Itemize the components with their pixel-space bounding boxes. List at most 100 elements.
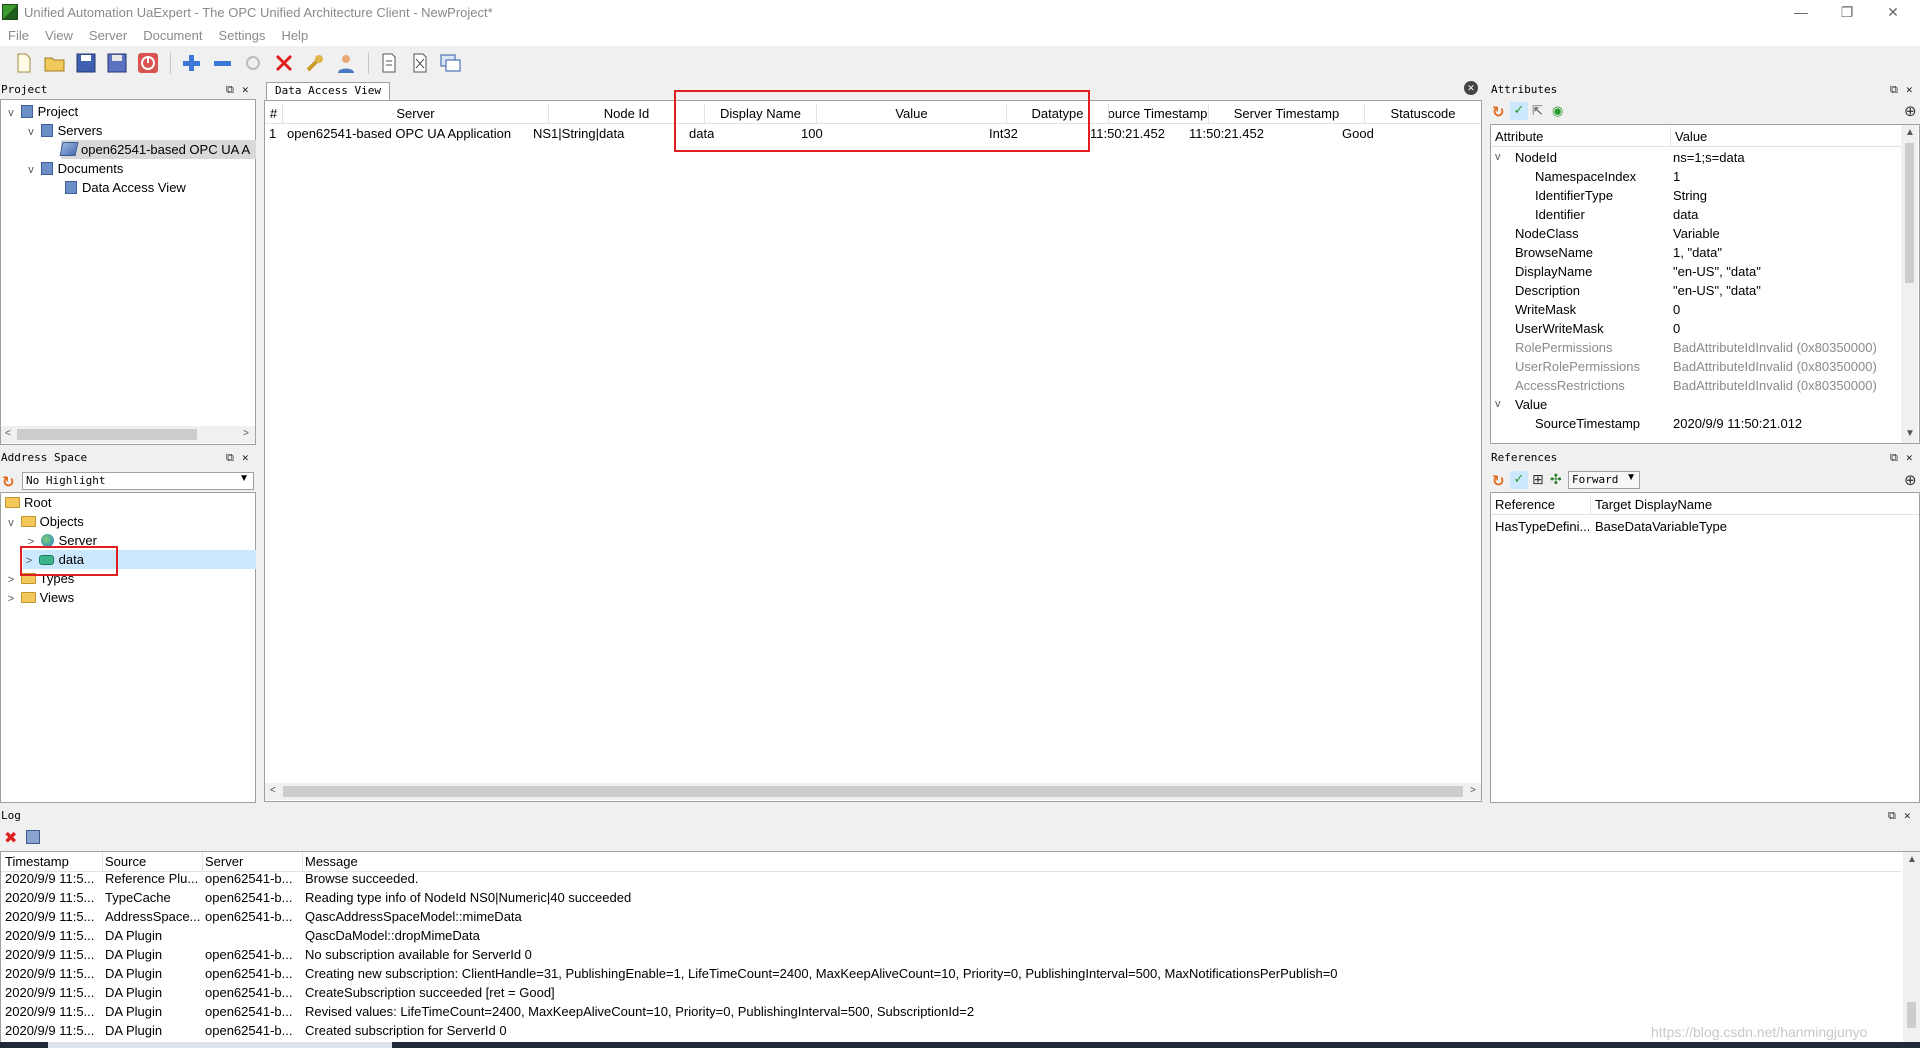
chevron-down-icon[interactable]: v <box>25 123 37 142</box>
cursor-icon[interactable]: ⇱ <box>1532 103 1543 119</box>
data-access-hscrollbar[interactable]: < > <box>265 783 1481 800</box>
chevron-down-icon[interactable]: v <box>1495 395 1507 414</box>
close-tab-icon[interactable]: ✕ <box>1464 81 1478 95</box>
log-row[interactable]: 2020/9/9 11:5... DA Plugin open62541-b... R… <box>1 1002 1901 1021</box>
log-row[interactable]: 2020/9/9 11:5... DA Plugin QascDaModel::dr… <box>1 926 1901 945</box>
refresh-icon[interactable]: ↻ <box>1492 472 1505 490</box>
disconnect-icon[interactable] <box>272 51 296 75</box>
attributes-vscrollbar[interactable]: ▲ ▼ <box>1901 125 1918 443</box>
add-icon[interactable]: ⊕ <box>1904 102 1917 120</box>
attribute-row[interactable]: Identifier data <box>1491 205 1901 224</box>
tree-item-views[interactable]: > Views <box>5 588 74 607</box>
log-row[interactable]: 2020/9/9 11:5... DA Plugin open62541-b... N… <box>1 945 1901 964</box>
column-header[interactable]: Statuscode <box>1365 104 1481 124</box>
scroll-thumb[interactable] <box>1905 143 1914 283</box>
column-header[interactable]: Server <box>203 852 303 872</box>
log-row[interactable]: 2020/9/9 11:5... DA Plugin open62541-b... C… <box>1 964 1901 983</box>
attribute-row[interactable]: v Value <box>1491 395 1901 414</box>
tree-item-data-access-view[interactable]: Data Access View <box>65 178 186 197</box>
add-document-icon[interactable] <box>377 51 401 75</box>
column-header[interactable]: Attribute <box>1491 127 1671 147</box>
tab-data-access-view[interactable]: Data Access View <box>266 82 390 100</box>
scroll-right-icon[interactable]: > <box>1470 785 1476 796</box>
column-header[interactable]: Source <box>103 852 203 872</box>
check-icon[interactable]: ✓ <box>1510 471 1528 489</box>
scroll-thumb[interactable] <box>283 786 1463 797</box>
float-icon[interactable]: ⧉ <box>1890 82 1898 98</box>
float-icon[interactable]: ⧉ <box>226 82 234 98</box>
tree-item-documents[interactable]: v Documents <box>25 159 123 178</box>
save-as-icon[interactable] <box>105 51 129 75</box>
refresh-icon[interactable]: ↻ <box>2 473 15 491</box>
attribute-row[interactable]: WriteMask 0 <box>1491 300 1901 319</box>
column-header[interactable]: Message <box>303 852 1901 872</box>
close-icon[interactable]: ✕ <box>242 82 249 98</box>
float-icon[interactable]: ⧉ <box>226 450 234 466</box>
user-icon[interactable] <box>334 51 358 75</box>
menu-server[interactable]: Server <box>81 28 135 43</box>
tree-item-project[interactable]: v Project <box>5 102 78 121</box>
menu-view[interactable]: View <box>37 28 81 43</box>
column-header[interactable]: Server <box>283 104 549 124</box>
menu-file[interactable]: File <box>0 28 37 43</box>
close-icon[interactable]: ✕ <box>1904 808 1911 824</box>
attribute-row[interactable]: UserWriteMask 0 <box>1491 319 1901 338</box>
column-header[interactable]: Timestamp <box>1 852 103 872</box>
log-row[interactable]: 2020/9/9 11:5... DA Plugin open62541-b... C… <box>1 983 1901 1002</box>
save-icon[interactable] <box>74 51 98 75</box>
float-icon[interactable]: ⧉ <box>1890 450 1898 466</box>
log-row[interactable]: 2020/9/9 11:5... TypeCache open62541-b... R… <box>1 888 1901 907</box>
attribute-row[interactable]: SourceTimestamp 2020/9/9 11:50:21.012 <box>1491 414 1901 433</box>
tree-item-servers[interactable]: v Servers <box>25 121 102 140</box>
column-header[interactable]: Reference <box>1491 495 1591 515</box>
restore-button[interactable]: ❐ <box>1824 0 1870 24</box>
log-row[interactable]: 2020/9/9 11:5... Reference Plu... open6254… <box>1 872 1901 888</box>
column-header[interactable]: # <box>265 104 283 124</box>
scroll-thumb[interactable] <box>17 429 197 440</box>
menu-help[interactable]: Help <box>273 28 316 43</box>
column-header[interactable]: Server Timestamp <box>1209 104 1365 124</box>
attribute-row[interactable]: UserRolePermissions BadAttributeIdInvalid… <box>1491 357 1901 376</box>
close-icon[interactable]: ✕ <box>1906 82 1913 98</box>
log-row[interactable]: 2020/9/9 11:5... DA Plugin open62541-b... C… <box>1 1021 1901 1040</box>
check-icon[interactable]: ✓ <box>1510 102 1528 120</box>
close-button[interactable]: ✕ <box>1870 0 1916 24</box>
chevron-down-icon[interactable]: v <box>5 104 17 123</box>
tree-item-root[interactable]: Root <box>5 493 51 512</box>
attribute-row[interactable]: v NodeId ns=1;s=data <box>1491 148 1901 167</box>
log-row[interactable]: 2020/9/9 11:5... AddressSpace... open62541… <box>1 907 1901 926</box>
scroll-left-icon[interactable]: < <box>270 785 276 796</box>
column-header[interactable]: Target DisplayName <box>1591 495 1919 515</box>
attribute-row[interactable]: AccessRestrictions BadAttributeIdInvalid … <box>1491 376 1901 395</box>
add-icon[interactable]: ⊕ <box>1904 471 1917 489</box>
network-icon[interactable]: ✣ <box>1550 471 1562 488</box>
target-icon[interactable]: ◉ <box>1552 103 1563 119</box>
remove-server-icon[interactable] <box>210 51 234 75</box>
power-icon[interactable] <box>136 51 160 75</box>
hierarchy-icon[interactable]: ⊞ <box>1532 471 1544 488</box>
highlight-select[interactable]: No Highlight ▼ <box>22 472 254 490</box>
scroll-up-icon[interactable]: ▲ <box>1905 127 1915 138</box>
dropdown-arrow-icon[interactable]: ▼ <box>239 473 249 484</box>
scroll-down-icon[interactable]: ▼ <box>1905 428 1915 439</box>
chevron-down-icon[interactable]: v <box>1495 148 1507 167</box>
attribute-row[interactable]: NodeClass Variable <box>1491 224 1901 243</box>
tree-item-objects[interactable]: v Objects <box>5 512 83 531</box>
menu-document[interactable]: Document <box>135 28 210 43</box>
attribute-row[interactable]: NamespaceIndex 1 <box>1491 167 1901 186</box>
add-server-icon[interactable] <box>179 51 203 75</box>
clear-log-icon[interactable]: ✖ <box>4 828 17 848</box>
windows-icon[interactable] <box>439 51 463 75</box>
scroll-left-icon[interactable]: < <box>5 428 11 439</box>
scroll-up-icon[interactable]: ▲ <box>1907 854 1917 865</box>
menu-settings[interactable]: Settings <box>210 28 273 43</box>
attribute-row[interactable]: Description "en-US", "data" <box>1491 281 1901 300</box>
close-icon[interactable]: ✕ <box>242 450 249 466</box>
float-icon[interactable]: ⧉ <box>1888 808 1896 824</box>
column-header[interactable]: Source Timestamp <box>1109 104 1209 124</box>
log-vscrollbar[interactable]: ▲ <box>1903 852 1920 1047</box>
dropdown-arrow-icon[interactable]: ▼ <box>1626 472 1636 483</box>
column-header[interactable]: Value <box>1671 127 1901 147</box>
open-folder-icon[interactable] <box>43 51 67 75</box>
refresh-icon[interactable]: ↻ <box>1492 103 1505 121</box>
